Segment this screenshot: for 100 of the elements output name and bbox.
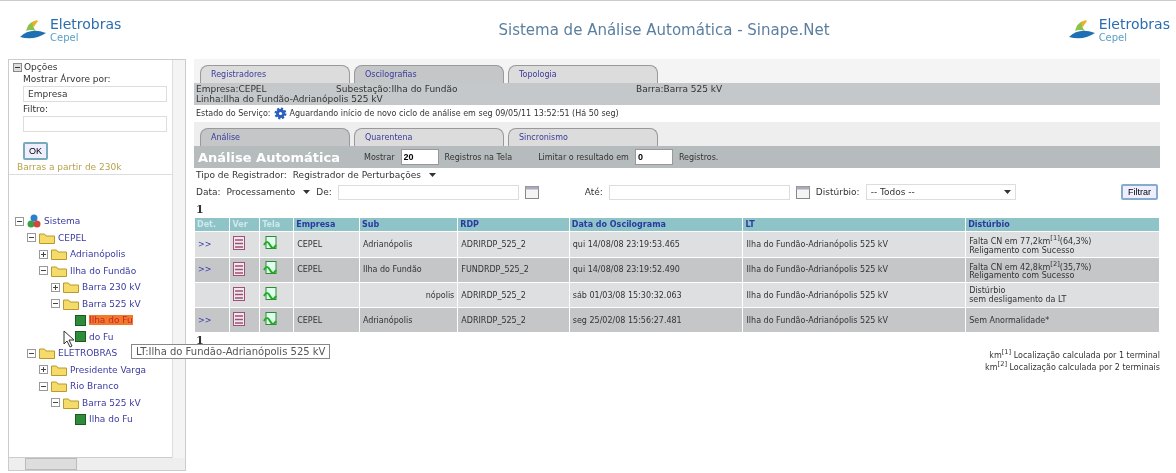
folder-icon <box>63 281 79 294</box>
table-cell: Ilha do Fundão-Adrianópolis 525 kV <box>746 265 888 275</box>
vertical-scrollbar[interactable] <box>172 60 185 458</box>
list-icon[interactable] <box>233 236 246 251</box>
table-cell-text: Religamento com Sucesso <box>969 271 1076 281</box>
tree-toggle[interactable] <box>15 216 24 226</box>
list-icon[interactable] <box>233 262 246 276</box>
tree-toggle[interactable] <box>51 282 60 292</box>
filter-field[interactable] <box>23 116 167 132</box>
waveform-icon[interactable] <box>263 286 278 302</box>
tree-item[interactable]: Sistema <box>44 216 81 227</box>
page-title: Sistema de Análise Automática - Sinape.Net <box>498 21 830 39</box>
limit-field[interactable]: 0 <box>634 149 673 165</box>
waveform-icon[interactable] <box>263 311 278 327</box>
tree-item[interactable]: Barra 525 kV <box>82 397 141 408</box>
field-label: Data: <box>196 187 221 197</box>
tree-mode-select[interactable]: Empresa <box>23 86 167 102</box>
field-label: Até: <box>584 187 603 197</box>
folder-icon <box>51 264 67 277</box>
tooltip: LT:Ilha do Fundão-Adrianópolis 525 kV <box>131 344 331 359</box>
field-label: Mostrar <box>364 152 395 162</box>
options-label: Opções <box>24 62 58 72</box>
tab[interactable]: Oscilografias <box>354 65 504 83</box>
tree-toggle[interactable] <box>51 398 60 408</box>
tree-item[interactable]: Presidente Varga <box>70 364 147 375</box>
table-cell: Ilha do Fundão-Adrianópolis 525 kV <box>746 290 888 300</box>
date-field[interactable] <box>337 184 519 200</box>
tree-toggle[interactable] <box>39 365 48 375</box>
tab[interactable]: Quarentena <box>354 128 504 146</box>
field-label: Registros na Tela <box>444 152 513 162</box>
tree-item[interactable]: Adrianópolis <box>70 249 126 260</box>
tree-toggle[interactable] <box>39 249 48 259</box>
note-text: Barras a partir de 230k <box>16 162 123 172</box>
table-cell-text: Distúrbio <box>969 286 1006 296</box>
tree-toggle[interactable] <box>39 266 48 276</box>
horizontal-scrollbar[interactable] <box>9 457 185 470</box>
tree-item[interactable]: Barra 525 kV <box>82 298 141 309</box>
tree-toggle[interactable] <box>51 299 60 309</box>
table-cell: Adrianópolis <box>362 239 413 249</box>
rows-field[interactable]: 20 <box>400 149 439 165</box>
table-cell: CEPEL <box>297 239 323 249</box>
disturbance-select[interactable]: -- Todos -- <box>865 184 1016 200</box>
tree-toggle[interactable] <box>39 381 48 391</box>
table-cell: qui 14/08/08 23:19:53.465 <box>572 239 680 249</box>
date-type-select[interactable]: Processamento <box>226 187 311 197</box>
table-cell: Ilha do Fundão <box>362 265 422 275</box>
column-header: Tela <box>260 218 294 231</box>
table-cell: Ilha do Fundão-Adrianópolis 525 kV <box>746 239 888 249</box>
calendar-icon[interactable] <box>524 185 539 199</box>
collapse-toggle[interactable] <box>13 62 22 72</box>
tree-item[interactable]: Barra 230 kV <box>82 282 141 293</box>
waveform-icon[interactable] <box>263 235 278 251</box>
filter-button[interactable]: Filtrar <box>1121 184 1158 200</box>
tree-item[interactable]: Ilha do Fundão <box>70 265 137 276</box>
gear-icon <box>273 107 287 120</box>
field-label: Mostrar Árvore por: <box>22 74 112 84</box>
tree-item[interactable]: ELETROBRAS <box>58 348 118 359</box>
logo-name: Eletrobras <box>1098 17 1170 32</box>
field-label: De: <box>316 187 332 197</box>
table-cell-text: sem desligamento da LT <box>969 295 1068 305</box>
list-icon[interactable] <box>233 312 246 327</box>
date-field[interactable] <box>608 184 790 200</box>
column-header: Det. <box>195 218 230 231</box>
table-cell: qui 14/08/08 23:19:52.490 <box>572 265 680 275</box>
ok-button[interactable]: OK <box>23 142 48 160</box>
table-cell: Adrianópolis <box>362 315 413 325</box>
network-icon <box>27 214 41 229</box>
column-header: Empresa <box>294 218 359 231</box>
table-cell: ADRIRDP_525_2 <box>461 290 526 300</box>
column-header: Data do Oscilograma <box>569 218 743 231</box>
folder-icon <box>63 396 79 409</box>
table-cell: Ilha do Fundão-Adrianópolis 525 kV <box>746 315 888 325</box>
tree-item[interactable]: CEPEL <box>58 232 87 243</box>
calendar-icon[interactable] <box>795 185 810 199</box>
tree-item[interactable]: Ilha do Fu <box>89 414 133 425</box>
caret-icon <box>428 173 436 177</box>
details-link[interactable]: >> <box>198 315 212 325</box>
tree-item[interactable]: do Fu <box>89 331 114 342</box>
tab[interactable]: Registradores <box>200 65 350 83</box>
tree-toggle[interactable] <box>27 348 36 358</box>
waveform-icon[interactable] <box>263 261 278 277</box>
table-cell-text: Religamento com Sucesso <box>969 245 1076 255</box>
table-cell: CEPEL <box>297 265 323 275</box>
tab[interactable]: Topologia <box>508 65 658 83</box>
list-icon[interactable] <box>233 287 246 302</box>
recorder-type-select[interactable]: Registrador de Perturbações <box>292 170 436 180</box>
tab[interactable]: Análise <box>200 128 350 146</box>
service-status: Aguardando início de novo ciclo de análise em seg 09/05/11 13:52:51 (Há 50 seg) <box>289 109 619 118</box>
footnote: km$^{[1]}$ Localização calculada por 1 terminal <box>989 348 1160 360</box>
details-link[interactable]: >> <box>198 239 212 249</box>
field-label: Limitar o resultado em <box>538 152 629 162</box>
page-link[interactable]: 1 <box>194 202 206 217</box>
tree-toggle[interactable] <box>27 233 36 243</box>
table-cell: ADRIRDP_525_2 <box>461 239 526 249</box>
tree-item[interactable]: Rio Branco <box>70 381 119 392</box>
details-link[interactable]: >> <box>198 265 212 275</box>
table-cell: CEPEL <box>297 315 323 325</box>
tab[interactable]: Sincronismo <box>508 128 658 146</box>
table-cell: seg 25/02/08 15:56:27.481 <box>572 315 682 325</box>
field-label: Tipo de Registrador: <box>196 170 287 180</box>
